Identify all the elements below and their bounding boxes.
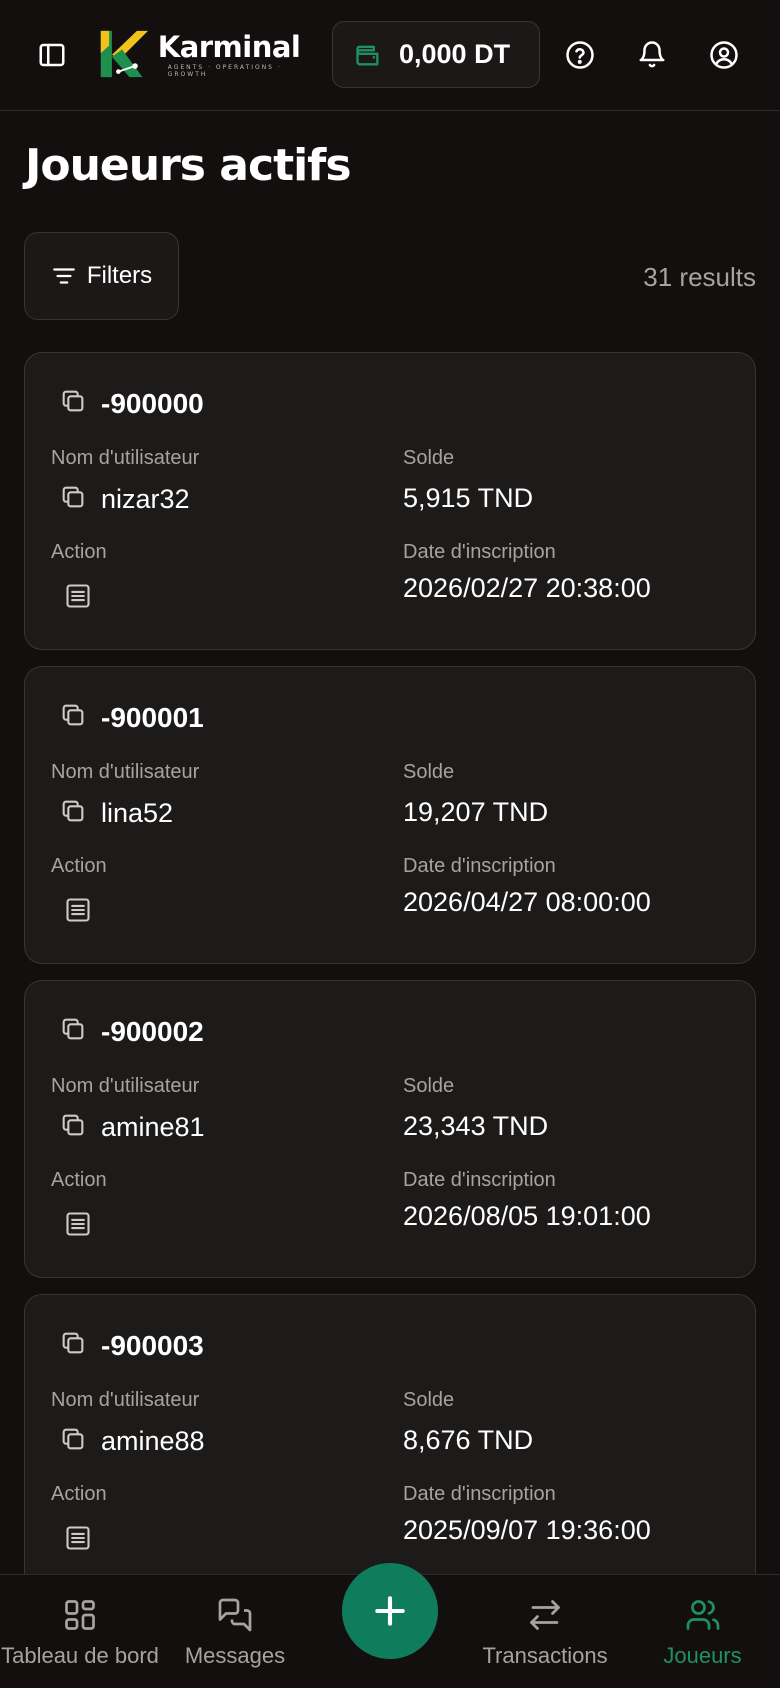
player-id: -900001 bbox=[101, 701, 204, 733]
nav-label: Transactions bbox=[482, 1643, 608, 1668]
add-button[interactable] bbox=[342, 1563, 438, 1659]
player-signup-date: 2025/09/07 19:36:00 bbox=[403, 1515, 651, 1545]
list-details-icon bbox=[66, 1212, 90, 1236]
action-label: Action bbox=[51, 855, 107, 877]
player-details-button[interactable] bbox=[63, 895, 93, 925]
username-label: Nom d'utilisateur bbox=[51, 1389, 200, 1411]
sidebar-toggle-button[interactable] bbox=[34, 37, 70, 73]
bell-icon bbox=[639, 41, 665, 68]
results-count: 31 results bbox=[643, 262, 756, 292]
nav-item-transactions[interactable]: Transactions bbox=[470, 1575, 620, 1688]
nav-item-dashboard[interactable]: Tableau de bord bbox=[0, 1575, 160, 1688]
username-label: Nom d'utilisateur bbox=[51, 1075, 200, 1097]
nav-label: Messages bbox=[184, 1643, 286, 1668]
balance-label: Solde bbox=[403, 1075, 455, 1097]
player-details-button[interactable] bbox=[63, 581, 93, 611]
player-details-button[interactable] bbox=[63, 1523, 93, 1553]
player-card: -900003 Nom d'utilisateur amine88 Solde … bbox=[24, 1294, 756, 1592]
filters-button[interactable]: Filters bbox=[24, 232, 179, 320]
balance-label: Solde bbox=[403, 447, 455, 469]
notifications-button[interactable] bbox=[634, 37, 670, 73]
grid-icon bbox=[60, 1595, 100, 1635]
account-button[interactable] bbox=[706, 37, 742, 73]
player-balance: 23,343 TND bbox=[403, 1111, 549, 1141]
player-id: -900002 bbox=[101, 1015, 204, 1047]
player-card: -900000 Nom d'utilisateur nizar32 Solde … bbox=[24, 352, 756, 650]
karminal-logo-icon bbox=[100, 30, 149, 78]
username-label: Nom d'utilisateur bbox=[51, 447, 200, 469]
copy-username-button[interactable] bbox=[59, 1425, 87, 1458]
copy-icon bbox=[62, 1018, 84, 1040]
player-card: -900002 Nom d'utilisateur amine81 Solde … bbox=[24, 980, 756, 1278]
help-icon bbox=[566, 41, 594, 69]
wallet-balance: 0,000 DT bbox=[399, 39, 511, 69]
help-button[interactable] bbox=[562, 37, 598, 73]
copy-id-button[interactable] bbox=[59, 1329, 87, 1362]
player-username: lina52 bbox=[101, 798, 174, 828]
copy-username-button[interactable] bbox=[59, 797, 87, 830]
copy-icon bbox=[62, 1114, 84, 1136]
user-icon bbox=[710, 41, 738, 69]
nav-item-messages[interactable]: Messages bbox=[170, 1575, 300, 1688]
nav-label: Joueurs bbox=[663, 1643, 742, 1668]
signup-date-label: Date d'inscription bbox=[403, 1169, 556, 1191]
balance-label: Solde bbox=[403, 1389, 455, 1411]
player-balance: 8,676 TND bbox=[403, 1425, 534, 1455]
nav-item-players[interactable]: Joueurs bbox=[640, 1575, 765, 1688]
app-header: Karminal AGENTS · OPERATIONS · GROWTH 0,… bbox=[0, 0, 780, 111]
wallet-icon bbox=[353, 40, 383, 70]
transfer-icon bbox=[525, 1595, 565, 1635]
player-signup-date: 2026/02/27 20:38:00 bbox=[403, 573, 651, 603]
copy-username-button[interactable] bbox=[59, 1111, 87, 1144]
player-balance: 5,915 TND bbox=[403, 483, 534, 513]
signup-date-label: Date d'inscription bbox=[403, 541, 556, 563]
copy-icon bbox=[62, 1332, 84, 1354]
action-label: Action bbox=[51, 1169, 107, 1191]
username-label: Nom d'utilisateur bbox=[51, 761, 200, 783]
copy-icon bbox=[62, 800, 84, 822]
list-details-icon bbox=[66, 584, 90, 608]
brand-tagline: AGENTS · OPERATIONS · GROWTH bbox=[167, 63, 282, 78]
copy-icon bbox=[62, 704, 84, 726]
balance-label: Solde bbox=[403, 761, 455, 783]
filter-icon bbox=[52, 268, 75, 284]
brand-name: Karminal bbox=[157, 29, 301, 64]
action-label: Action bbox=[51, 1483, 107, 1505]
copy-id-button[interactable] bbox=[59, 701, 87, 734]
filters-label: Filters bbox=[86, 262, 153, 289]
list-details-icon bbox=[66, 1526, 90, 1550]
copy-id-button[interactable] bbox=[59, 387, 87, 420]
player-username: amine88 bbox=[101, 1426, 205, 1456]
player-signup-date: 2026/08/05 19:01:00 bbox=[403, 1201, 651, 1231]
sidebar-icon bbox=[39, 43, 65, 67]
signup-date-label: Date d'inscription bbox=[403, 855, 556, 877]
player-id: -900003 bbox=[101, 1329, 204, 1361]
copy-icon bbox=[62, 1428, 84, 1450]
player-username: amine81 bbox=[101, 1112, 205, 1142]
copy-icon bbox=[62, 486, 84, 508]
action-label: Action bbox=[51, 541, 107, 563]
users-icon bbox=[683, 1595, 723, 1635]
signup-date-label: Date d'inscription bbox=[403, 1483, 556, 1505]
list-details-icon bbox=[66, 898, 90, 922]
page-title: Joueurs actifs bbox=[25, 140, 352, 191]
player-card: -900001 Nom d'utilisateur lina52 Solde 1… bbox=[24, 666, 756, 964]
copy-username-button[interactable] bbox=[59, 483, 87, 516]
nav-label: Tableau de bord bbox=[1, 1643, 159, 1668]
chat-icon bbox=[215, 1595, 255, 1635]
player-details-button[interactable] bbox=[63, 1209, 93, 1239]
wallet-balance-button[interactable]: 0,000 DT bbox=[332, 21, 540, 88]
copy-icon bbox=[62, 390, 84, 412]
player-signup-date: 2026/04/27 08:00:00 bbox=[403, 887, 651, 917]
copy-id-button[interactable] bbox=[59, 1015, 87, 1048]
player-id: -900000 bbox=[101, 387, 204, 419]
player-username: nizar32 bbox=[101, 484, 190, 514]
plus-icon bbox=[375, 1596, 405, 1626]
player-balance: 19,207 TND bbox=[403, 797, 549, 827]
brand-logo[interactable]: Karminal AGENTS · OPERATIONS · GROWTH bbox=[98, 26, 313, 82]
